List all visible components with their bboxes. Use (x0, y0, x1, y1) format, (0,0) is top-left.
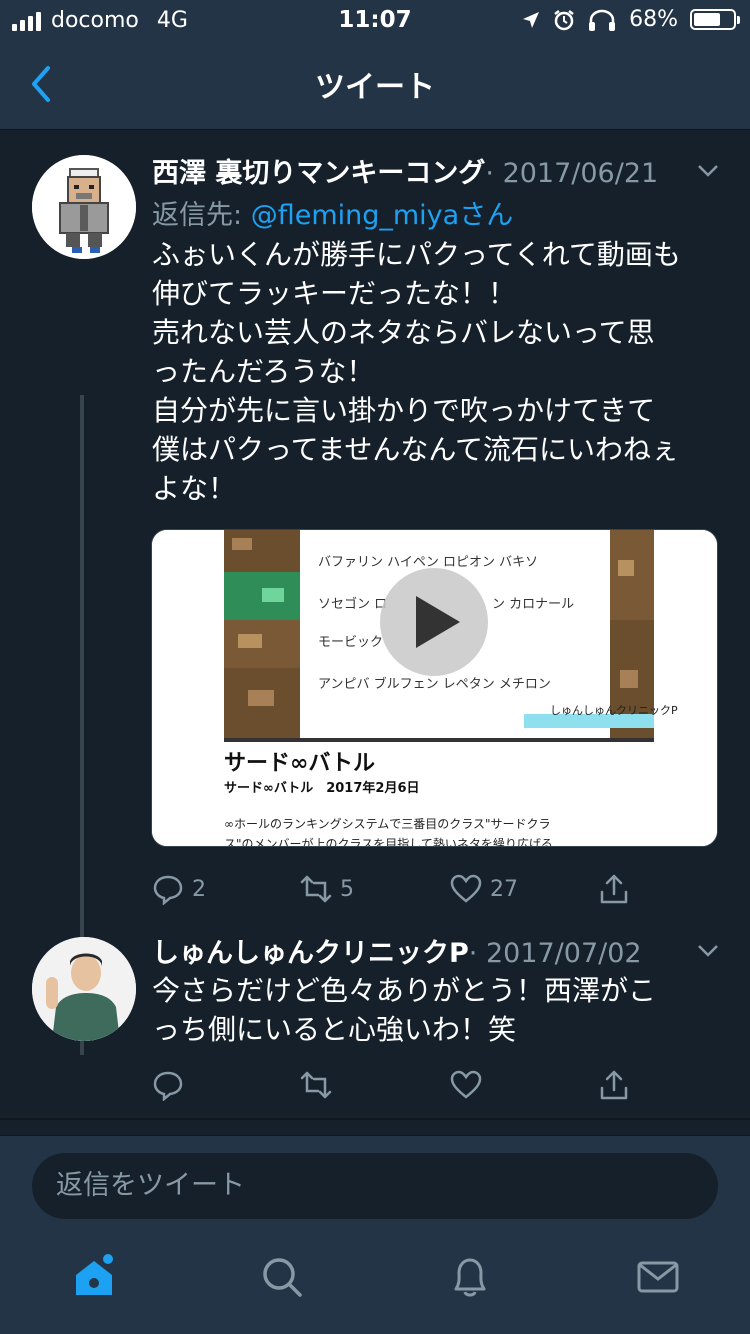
card-title: サード∞バトル (224, 751, 375, 776)
reply-count: 2 (192, 876, 206, 902)
tweet-header: しゅんしゅんクリニックP · 2017/07/02 (152, 931, 642, 970)
card-description: ∞ホールのランキングシステムで三番目のクラス"サードクラ (224, 817, 551, 831)
avatar[interactable] (32, 155, 136, 259)
slide-text-line: バファリン ハイペン ロピオン バキソ (318, 555, 538, 570)
tweet-actions (152, 1069, 652, 1109)
tab-bar (0, 1235, 750, 1334)
retweet-count: 5 (340, 876, 354, 902)
home-icon (76, 1254, 113, 1295)
tweet-header: 西澤 裏切りマンキーコング · 2017/06/21 (152, 151, 658, 190)
share-button[interactable] (598, 1069, 630, 1101)
tweet-date[interactable]: · 2017/06/21 (485, 158, 658, 189)
slide-watermark: しゅんしゅんクリニックP (550, 704, 678, 717)
video-card[interactable]: バファリン ハイペン ロピオン バキソ ソセゴン ロ ン カロナール モービック… (151, 529, 718, 847)
slide-text-line: ン カロナール (492, 597, 574, 612)
tweet-thread[interactable]: 西澤 裏切りマンキーコング · 2017/06/21 返信先: @fleming… (0, 131, 750, 1120)
pixel-avatar-icon (32, 155, 136, 259)
reply-input[interactable]: 返信をツイート (32, 1153, 718, 1219)
like-count: 27 (490, 876, 518, 902)
reply-icon (153, 875, 183, 905)
chevron-down-icon[interactable] (696, 943, 720, 959)
tab-home[interactable] (70, 1253, 118, 1301)
tweet-actions: 2 5 27 (152, 873, 652, 913)
divider (0, 1118, 750, 1120)
retweet-icon (300, 1071, 332, 1099)
search-icon (263, 1258, 302, 1297)
headphones-icon (589, 9, 616, 31)
tweet-text: ふぉいくんが勝手にパクってくれて動画も 伸びてラッキーだったな！！ 売れない芸人… (152, 238, 681, 505)
reply-bar: 返信をツイート (0, 1135, 750, 1235)
chevron-down-icon[interactable] (696, 163, 720, 179)
card-subtitle: サード∞バトル 2017年2月6日 (224, 780, 420, 796)
status-bar: docomo 4G 11:07 68% (0, 0, 750, 40)
heart-icon (450, 874, 482, 903)
battery-icon (690, 9, 740, 30)
reply-icon (153, 1071, 183, 1101)
photo-avatar-icon (32, 937, 136, 1041)
header: docomo 4G 11:07 68% ツイート (0, 0, 750, 130)
retweet-button[interactable] (300, 1069, 332, 1101)
share-icon (600, 874, 628, 904)
display-name[interactable]: 西澤 裏切りマンキーコング (152, 151, 485, 190)
like-button[interactable]: 27 (450, 873, 518, 905)
tab-messages[interactable] (634, 1253, 682, 1301)
retweet-icon (300, 875, 332, 903)
heart-icon (450, 1070, 482, 1099)
location-arrow-icon (523, 11, 540, 28)
status-right: 68% (521, 7, 740, 32)
messages-icon (637, 1261, 679, 1293)
tab-search[interactable] (258, 1253, 306, 1301)
battery-percent: 68% (629, 7, 678, 32)
play-icon[interactable] (380, 568, 488, 676)
slide-text-line: アンピバ ブルフェン レペタン メチロン (318, 676, 551, 692)
slide-text-line: ソセゴン ロ (318, 596, 387, 612)
reply-to-label: 返信先: (152, 200, 243, 231)
alarm-icon (554, 9, 574, 30)
tweet-date[interactable]: · 2017/07/02 (469, 938, 642, 969)
notifications-icon (454, 1258, 486, 1297)
tweet-text: 今さらだけど色々ありがとう！西澤がこ っち側にいると心強いわ！笑 (152, 974, 657, 1046)
like-button[interactable] (450, 1069, 482, 1101)
tab-notifications[interactable] (446, 1253, 494, 1301)
share-icon (600, 1070, 628, 1100)
battery-level (694, 13, 720, 26)
retweet-button[interactable]: 5 (300, 873, 354, 905)
reply-mention-link[interactable]: @fleming_miyaさん (251, 200, 514, 231)
slide-text-line: モービック (318, 635, 383, 650)
reply-button[interactable]: 2 (152, 873, 206, 905)
page-title: ツイート (315, 70, 435, 105)
avatar[interactable] (32, 937, 136, 1041)
share-button[interactable] (598, 873, 630, 905)
reply-button[interactable] (152, 1069, 184, 1101)
video-thumbnail: バファリン ハイペン ロピオン バキソ ソセゴン ロ ン カロナール モービック… (152, 530, 717, 847)
display-name[interactable]: しゅんしゅんクリニックP (152, 931, 469, 970)
card-description: ス"のメンバーが上のクラスを目指して熱いネタを繰り広げる (224, 836, 553, 847)
reply-to: 返信先: @fleming_miyaさん (152, 193, 513, 232)
